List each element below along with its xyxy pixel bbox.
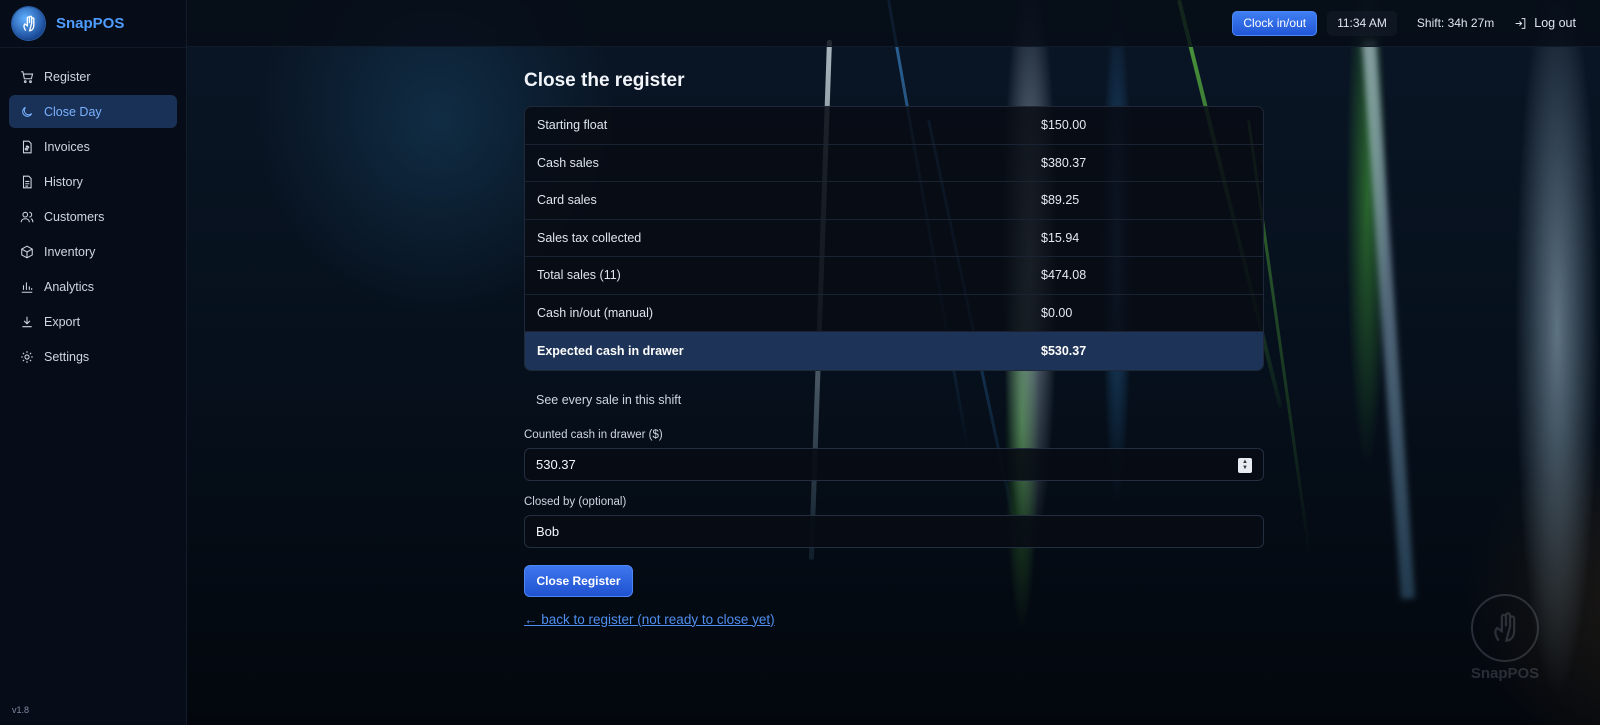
summary-row-sales-tax: Sales tax collected $15.94 xyxy=(525,220,1263,257)
sidebar-item-export[interactable]: Export xyxy=(9,305,177,338)
box-icon xyxy=(21,245,33,258)
summary-label: Cash sales xyxy=(537,155,599,170)
brand-name: SnapPOS xyxy=(56,15,125,32)
see-shift-sales-link[interactable]: See every sale in this shift xyxy=(536,393,1264,409)
sidebar-item-label: Export xyxy=(44,314,81,329)
invoice-icon xyxy=(22,140,32,153)
snappos-logo xyxy=(12,7,45,40)
number-spinner[interactable]: ▲ ▼ xyxy=(1238,457,1252,473)
sidebar-item-settings[interactable]: Settings xyxy=(9,340,177,373)
close-register-button[interactable]: Close Register xyxy=(524,564,633,597)
users-icon xyxy=(20,211,34,222)
summary-label: Sales tax collected xyxy=(537,230,642,245)
cart-icon xyxy=(21,70,34,83)
sidebar-item-history[interactable]: History xyxy=(9,165,177,198)
chevron-down-icon: ▼ xyxy=(1242,465,1248,471)
closed-by-label: Closed by (optional) xyxy=(524,495,627,508)
counted-cash-input[interactable] xyxy=(536,456,1191,472)
summary-row-starting-float: Starting float $150.00 xyxy=(525,107,1263,145)
summary-value: $89.25 xyxy=(1041,193,1080,208)
document-icon xyxy=(22,175,32,188)
summary-row-total-sales: Total sales (11) $474.08 xyxy=(525,257,1263,295)
sidebar: SnapPOS Register Close Day Invoices Hist… xyxy=(0,0,187,725)
summary-label: Expected cash in drawer xyxy=(537,343,684,358)
sidebar-item-label: Close Day xyxy=(44,104,102,119)
page-title: Close the register xyxy=(524,70,685,91)
counted-cash-label: Counted cash in drawer ($) xyxy=(524,428,663,441)
gear-icon xyxy=(21,350,33,363)
sidebar-item-label: Settings xyxy=(44,349,90,364)
moon-icon xyxy=(22,106,33,117)
download-icon xyxy=(22,316,32,327)
sidebar-item-register[interactable]: Register xyxy=(9,60,177,93)
summary-label: Card sales xyxy=(537,193,597,208)
sidebar-item-analytics[interactable]: Analytics xyxy=(9,270,177,303)
sidebar-item-close-day[interactable]: Close Day xyxy=(9,95,177,128)
summary-row-cash-in-out: Cash in/out (manual) $0.00 xyxy=(525,295,1263,332)
summary-value: $15.94 xyxy=(1041,230,1080,245)
close-register-panel: Close the register Starting float $150.0… xyxy=(524,68,1264,627)
summary-value: $380.37 xyxy=(1041,155,1087,170)
sidebar-item-inventory[interactable]: Inventory xyxy=(9,235,177,268)
summary-row-cash-sales: Cash sales $380.37 xyxy=(525,145,1263,182)
sidebar-item-invoices[interactable]: Invoices xyxy=(9,130,177,163)
counted-cash-field-wrapper: ▲ ▼ xyxy=(524,447,1264,481)
summary-row-expected-cash: Expected cash in drawer $530.37 xyxy=(525,332,1263,370)
watermark-logo: SnapPOS xyxy=(1468,594,1542,682)
topbar: Clock in/out 11:34 AM Shift: 34h 27m Log… xyxy=(187,0,1600,47)
clock-in-out-button[interactable]: Clock in/out xyxy=(1232,10,1318,36)
register-summary-table: Starting float $150.00 Cash sales $380.3… xyxy=(524,106,1264,371)
sidebar-item-label: Register xyxy=(44,69,91,84)
closed-by-input[interactable] xyxy=(536,523,1191,539)
sidebar-nav: Register Close Day Invoices History Cust… xyxy=(0,48,186,387)
summary-label: Total sales (11) xyxy=(537,268,621,283)
bar-chart-icon xyxy=(21,281,33,293)
watermark-text: SnapPOS xyxy=(1470,665,1540,682)
watermark-logo-icon xyxy=(1471,594,1539,662)
logout-label: Log out xyxy=(1534,16,1576,30)
logout-button[interactable]: Log out xyxy=(1514,16,1576,30)
sidebar-item-label: Inventory xyxy=(44,244,96,259)
summary-value: $150.00 xyxy=(1041,118,1087,133)
back-to-register-link[interactable]: ← back to register (not ready to close y… xyxy=(524,612,1264,627)
summary-row-card-sales: Card sales $89.25 xyxy=(525,182,1263,220)
logout-icon xyxy=(1515,17,1526,29)
summary-value: $530.37 xyxy=(1041,343,1087,358)
summary-label: Starting float xyxy=(537,118,608,133)
current-time: 11:34 AM xyxy=(1327,10,1397,36)
shift-duration: Shift: 34h 27m xyxy=(1416,16,1495,30)
sidebar-item-label: Analytics xyxy=(44,279,95,294)
app-version: v1.8 xyxy=(12,705,30,715)
sidebar-item-label: Customers xyxy=(44,209,105,224)
closed-by-field-wrapper xyxy=(524,514,1264,548)
summary-label: Cash in/out (manual) xyxy=(537,305,654,320)
sidebar-item-customers[interactable]: Customers xyxy=(9,200,177,233)
summary-value: $474.08 xyxy=(1041,268,1087,283)
brand[interactable]: SnapPOS xyxy=(0,0,186,48)
sidebar-item-label: History xyxy=(44,174,83,189)
sidebar-item-label: Invoices xyxy=(44,139,90,154)
summary-value: $0.00 xyxy=(1041,305,1073,320)
